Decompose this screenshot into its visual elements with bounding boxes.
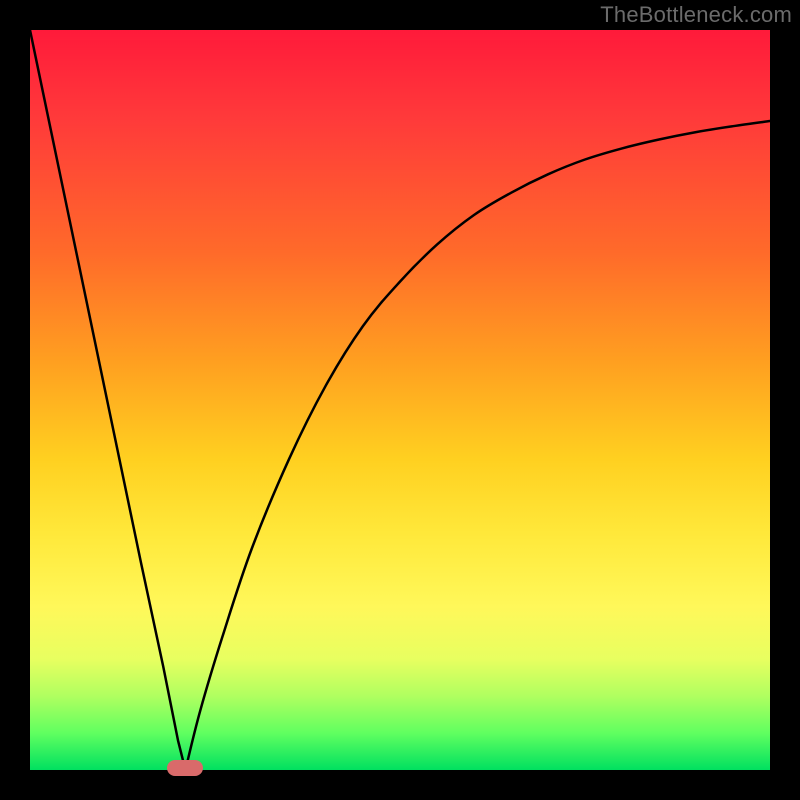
left-branch-path bbox=[30, 30, 185, 770]
plot-area bbox=[30, 30, 770, 770]
right-branch-path bbox=[185, 121, 770, 770]
minimum-marker bbox=[167, 760, 203, 776]
bottleneck-curve bbox=[30, 30, 770, 770]
chart-frame: TheBottleneck.com bbox=[0, 0, 800, 800]
attribution-text: TheBottleneck.com bbox=[600, 2, 792, 28]
